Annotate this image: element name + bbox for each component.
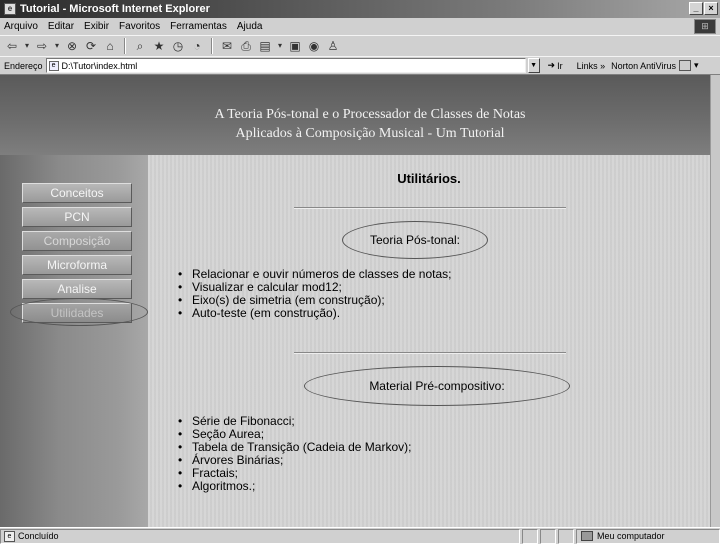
section-heading-material-label: Material Pré-compositivo:	[369, 379, 505, 393]
address-dropdown-button[interactable]: ▼	[527, 58, 540, 73]
address-input[interactable]: e D:\Tutor\index.html	[45, 58, 526, 73]
status-cell	[558, 528, 574, 544]
page-viewport: A Teoria Pós-tonal e o Processador de Cl…	[0, 75, 710, 527]
page-done-icon: e	[4, 530, 15, 542]
close-button[interactable]: ×	[704, 2, 718, 15]
nav-pcn[interactable]: PCN	[22, 207, 132, 227]
edit-dropdown-icon[interactable]: ▾	[276, 38, 284, 54]
back-dropdown-icon[interactable]: ▾	[23, 38, 31, 54]
standard-toolbar: ⇦ ▾ ⇨ ▾ ⊗ ⟳ ⌂ ⌕ ★ ◷ ◔ ✉ ⎙ ▤ ▾ ▣ ◉ ♙	[0, 35, 720, 56]
menu-editar[interactable]: Editar	[48, 21, 74, 32]
main-content: Utilitários. Teoria Pós-tonal: Relaciona…	[148, 155, 710, 527]
discuss-icon[interactable]: ▣	[287, 38, 303, 54]
zone-text: Meu computador	[597, 531, 665, 541]
go-label: Ir	[557, 60, 563, 71]
messenger-icon[interactable]: ♙	[325, 38, 341, 54]
list-item[interactable]: Algoritmos.;	[178, 479, 411, 494]
list-item[interactable]: Auto-teste (em construção).	[178, 306, 451, 321]
header-title-line1: A Teoria Pós-tonal e o Processador de Cl…	[214, 107, 526, 122]
stop-icon[interactable]: ⊗	[64, 38, 80, 54]
divider	[294, 352, 566, 354]
address-bar: Endereço e D:\Tutor\index.html ▼ ➜ Ir Li…	[0, 56, 720, 75]
list-item-label: Relacionar e ouvir números de classes de…	[192, 267, 452, 281]
norton-dropdown-icon: ▾	[693, 60, 699, 70]
page-icon: e	[48, 60, 59, 71]
menu-arquivo[interactable]: Arquivo	[4, 21, 38, 32]
list-item-label: Árvores Binárias;	[192, 453, 284, 467]
history-icon[interactable]: ◷	[170, 38, 186, 54]
forward-icon[interactable]: ⇨	[34, 38, 50, 54]
vertical-scrollbar[interactable]	[710, 75, 720, 527]
nav-composicao[interactable]: Composição	[22, 231, 132, 251]
nav-utilidades[interactable]: Utilidades	[22, 303, 132, 323]
print-icon[interactable]: ⎙	[238, 38, 254, 54]
norton-antivirus-button[interactable]: Norton AntiVirus ▾	[611, 60, 699, 71]
menu-ajuda[interactable]: Ajuda	[237, 21, 263, 32]
home-icon[interactable]: ⌂	[102, 38, 118, 54]
window-titlebar: e Tutorial - Microsoft Internet Explorer…	[0, 0, 720, 18]
toolbar-separator	[211, 38, 213, 54]
menu-bar: Arquivo Editar Exibir Favoritos Ferramen…	[0, 18, 720, 35]
back-icon[interactable]: ⇦	[4, 38, 20, 54]
section-heading-material: Material Pré-compositivo:	[304, 366, 570, 406]
windows-logo-icon: ⊞	[694, 19, 716, 34]
go-button[interactable]: ➜ Ir	[548, 60, 563, 71]
mail-icon[interactable]: ✉	[219, 38, 235, 54]
material-list: Série de Fibonacci; Seção Aurea; Tabela …	[178, 414, 412, 494]
list-item-label: Fractais;	[192, 466, 239, 480]
list-item-label: Visualizar e calcular mod12;	[192, 280, 342, 294]
nav-conceitos[interactable]: Conceitos	[22, 183, 132, 203]
status-bar: e Concluído Meu computador	[0, 527, 720, 544]
status-text: Concluído	[18, 531, 59, 541]
status-cell	[522, 528, 538, 544]
media-icon[interactable]: ◔	[189, 38, 205, 54]
menu-exibir[interactable]: Exibir	[84, 21, 109, 32]
search-icon[interactable]: ⌕	[132, 38, 148, 54]
computer-icon	[581, 531, 593, 541]
nav-analise[interactable]: Analise	[22, 279, 132, 299]
minimize-button[interactable]: _	[689, 2, 703, 15]
go-arrow-icon: ➜	[547, 60, 556, 70]
research-icon[interactable]: ◉	[306, 38, 322, 54]
norton-label: Norton AntiVirus	[611, 60, 676, 71]
norton-icon	[678, 60, 691, 71]
list-item-label: Auto-teste (em construção).	[192, 306, 341, 320]
address-value: D:\Tutor\index.html	[61, 60, 138, 71]
divider	[294, 207, 566, 209]
list-item-label: Tabela de Transição (Cadeia de Markov);	[192, 440, 412, 454]
toolbar-separator	[124, 38, 126, 54]
status-main-panel: e Concluído	[0, 528, 520, 544]
window-controls: _ ×	[689, 2, 718, 15]
page-header: A Teoria Pós-tonal e o Processador de Cl…	[0, 75, 710, 155]
address-label: Endereço	[4, 60, 43, 71]
list-item-label: Eixo(s) de simetria (em construção);	[192, 293, 385, 307]
links-button[interactable]: Links »	[577, 61, 606, 71]
edit-icon[interactable]: ▤	[257, 38, 273, 54]
status-cell	[540, 528, 556, 544]
header-title-line2: Aplicados à Composição Musical - Um Tuto…	[235, 126, 505, 141]
list-item-label: Seção Aurea;	[192, 427, 265, 441]
sidebar-nav: Conceitos PCN Composição Microforma Anal…	[0, 155, 148, 527]
menu-ferramentas[interactable]: Ferramentas	[170, 21, 227, 32]
nav-microforma[interactable]: Microforma	[22, 255, 132, 275]
forward-dropdown-icon[interactable]: ▾	[53, 38, 61, 54]
refresh-icon[interactable]: ⟳	[83, 38, 99, 54]
list-item-label: Série de Fibonacci;	[192, 414, 295, 428]
teoria-list: Relacionar e ouvir números de classes de…	[178, 267, 452, 321]
ie-icon: e	[4, 3, 16, 15]
section-heading-teoria-label: Teoria Pós-tonal:	[369, 233, 461, 247]
list-item-label: Algoritmos.;	[192, 479, 256, 493]
security-zone: Meu computador	[576, 528, 720, 544]
menu-favoritos[interactable]: Favoritos	[119, 21, 160, 32]
section-heading-teoria: Teoria Pós-tonal:	[342, 221, 488, 259]
content-title: Utilitários.	[397, 171, 461, 186]
favorites-icon[interactable]: ★	[151, 38, 167, 54]
window-title: Tutorial - Microsoft Internet Explorer	[20, 3, 210, 15]
